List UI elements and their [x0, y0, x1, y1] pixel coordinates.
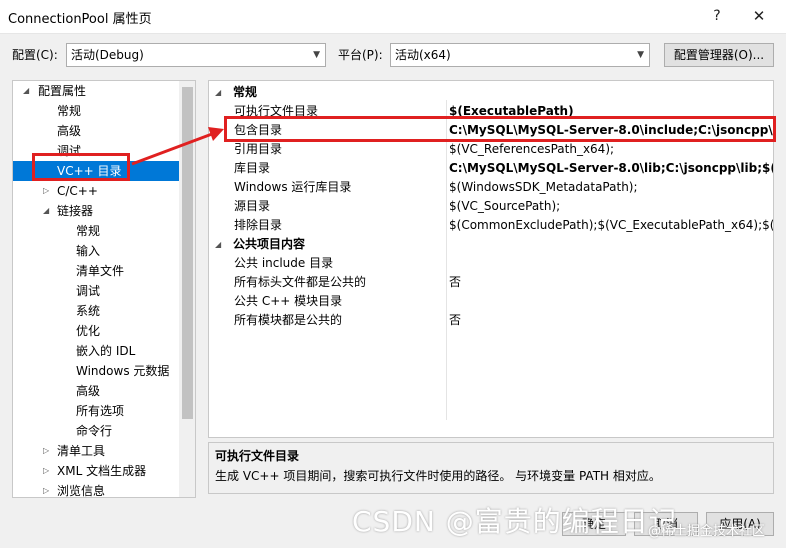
juejin-watermark: @稀土掘金技术社区 — [648, 524, 766, 539]
annotation-arrow-icon — [131, 127, 224, 166]
csdn-watermark: CSDN @富贵的编程日记 — [352, 505, 678, 538]
